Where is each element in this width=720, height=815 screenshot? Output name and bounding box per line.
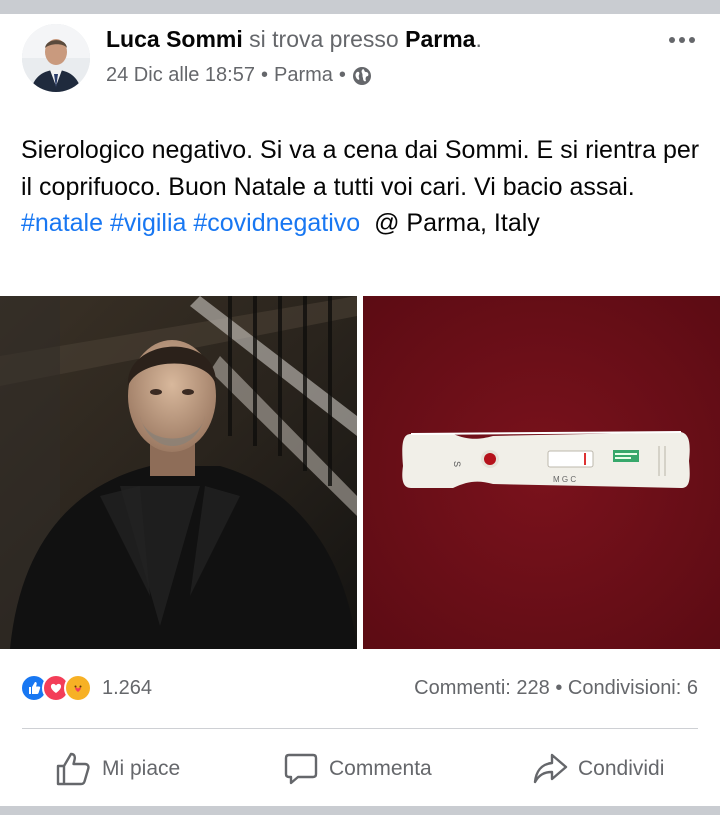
location-suffix: .	[475, 26, 482, 52]
hashtag-link[interactable]: #covidnegativo	[193, 209, 360, 237]
more-options-button[interactable]	[662, 28, 702, 52]
svg-text:S: S	[452, 461, 462, 467]
share-button[interactable]: Condividi	[532, 745, 664, 793]
meta-place[interactable]: Parma	[274, 64, 333, 87]
meta-separator: •	[338, 64, 346, 86]
meta-separator: •	[260, 64, 268, 86]
action-bar: Mi piace Commenta Condividi	[0, 745, 720, 793]
dot-icon	[669, 37, 675, 43]
location-prefix: si trova presso	[249, 26, 399, 52]
feed-top-gap	[0, 0, 720, 14]
post-text: Sierologico negativo. Si va a cena dai S…	[21, 132, 711, 242]
speech-bubble-icon	[283, 751, 319, 787]
dot-icon	[679, 37, 685, 43]
author-line: Luca Sommi si trova presso Parma.	[106, 26, 482, 53]
hashtag-link[interactable]: #vigilia	[110, 209, 186, 237]
avatar[interactable]	[22, 24, 90, 92]
like-label: Mi piace	[102, 757, 181, 780]
thumbs-up-icon	[54, 750, 92, 788]
photo-portrait[interactable]	[0, 296, 357, 649]
portrait-image	[0, 296, 357, 649]
care-icon	[64, 674, 92, 702]
feed-bottom-gap	[0, 806, 720, 815]
dot-icon	[689, 37, 695, 43]
engagement-counts: Commenti: 228 • Condivisioni: 6	[414, 677, 698, 700]
avatar-image	[22, 24, 90, 92]
post-header: Luca Sommi si trova presso Parma. 24 Dic…	[22, 24, 702, 94]
comment-button[interactable]: Commenta	[283, 745, 432, 793]
post-body: Sierologico negativo. Si va a cena dai S…	[21, 136, 700, 201]
comment-label: Commenta	[329, 757, 432, 780]
divider	[22, 728, 698, 729]
like-button[interactable]: Mi piace	[54, 745, 180, 793]
author-name[interactable]: Luca Sommi	[106, 26, 243, 52]
counts-separator: •	[555, 677, 563, 699]
post-meta: 24 Dic alle 18:57 • Parma •	[106, 64, 372, 87]
timestamp[interactable]: 24 Dic alle 18:57	[106, 64, 255, 87]
reactions-summary[interactable]: 1.264	[20, 674, 152, 702]
photo-test-cassette[interactable]: S M G C	[363, 296, 720, 649]
location-link[interactable]: Parma	[405, 26, 475, 52]
test-cassette-image: S M G C	[363, 296, 720, 649]
location-tag[interactable]: @ Parma, Italy	[374, 209, 540, 237]
globe-icon	[352, 66, 372, 86]
reactions-count: 1.264	[102, 676, 153, 699]
svg-text:M G C: M G C	[553, 475, 576, 484]
shares-count[interactable]: Condivisioni: 6	[568, 677, 698, 699]
comments-count[interactable]: Commenti: 228	[414, 677, 550, 699]
hashtag-link[interactable]: #natale	[21, 209, 103, 237]
share-arrow-icon	[532, 751, 568, 787]
share-label: Condividi	[578, 757, 665, 780]
